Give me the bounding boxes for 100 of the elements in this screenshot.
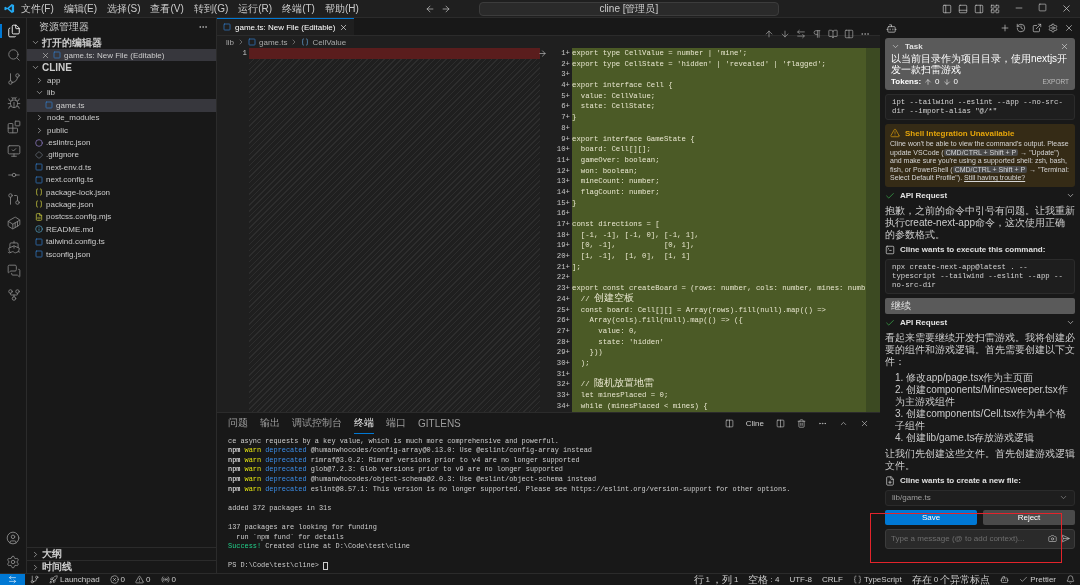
file-path-field[interactable]: lib/game.ts (885, 489, 1075, 506)
menu-item[interactable]: 运行(R) (234, 1, 277, 16)
maximize-icon[interactable] (1038, 3, 1047, 12)
remote-icon (8, 575, 17, 584)
menu-item[interactable]: 文件(F) (17, 1, 58, 16)
braces-icon (35, 200, 43, 209)
editor-tab[interactable]: game.ts: New File (Editable) (217, 18, 355, 35)
copilot-icon[interactable] (1000, 575, 1010, 584)
arrow-down-icon[interactable] (780, 29, 790, 39)
file-tree-item[interactable]: README.md (27, 223, 216, 236)
panel-tab[interactable]: 输出 (260, 413, 280, 435)
status-item[interactable]: 存在0个异常标点 (906, 573, 996, 585)
chat-icon (7, 264, 21, 278)
open-editor-item[interactable]: game.ts: New File (Editable) (27, 49, 216, 62)
file-tree-item[interactable]: package-lock.json (27, 185, 216, 199)
swap-icon[interactable] (796, 29, 806, 39)
section-header[interactable]: 大纲 (27, 547, 216, 560)
check-icon (1019, 575, 1029, 584)
account-icon[interactable] (6, 531, 20, 545)
settings-icon[interactable] (1048, 23, 1058, 33)
status-item[interactable]: 空格: 4 (743, 573, 785, 585)
file-tree-item[interactable]: tailwind.config.ts (27, 235, 216, 248)
file-tree-item[interactable]: public (27, 123, 216, 137)
book-icon[interactable] (828, 29, 838, 39)
back-arrow-icon[interactable] (424, 3, 435, 14)
file-tree-item[interactable]: postcss.config.mjs (27, 210, 216, 224)
breadcrumb-item[interactable]: game.ts (259, 37, 288, 47)
cline-robot-icon[interactable] (886, 22, 897, 34)
arrow-up-icon[interactable] (764, 29, 774, 39)
file-tree-item[interactable]: tsconfig.json (27, 247, 216, 261)
pop-out-icon[interactable] (1032, 23, 1042, 33)
file-tree-item[interactable]: package.json (27, 198, 216, 211)
pilcrow-icon[interactable] (812, 29, 822, 39)
ports-count[interactable]: 0 (155, 573, 181, 585)
menu-item[interactable]: 帮助(H) (320, 1, 363, 16)
file-tree-item[interactable]: .gitignore (27, 148, 216, 162)
panel-right-icon[interactable] (974, 3, 984, 14)
warnings-count[interactable]: 0 (130, 573, 156, 585)
command-center-search[interactable]: cline [管理员] (478, 1, 779, 16)
menu-item[interactable]: 终端(T) (278, 1, 319, 16)
close-icon[interactable] (1064, 23, 1074, 33)
close-icon[interactable] (1060, 42, 1069, 51)
camera-icon[interactable] (1048, 533, 1057, 543)
panel-tab[interactable]: 端口 (386, 413, 406, 435)
errors-count[interactable]: 0 (104, 573, 131, 585)
panel-left-icon[interactable] (942, 3, 952, 14)
terminal-split-icon[interactable] (724, 419, 734, 429)
forward-arrow-icon[interactable] (440, 3, 451, 14)
launchpad-item[interactable]: Launchpad (44, 573, 105, 585)
close-icon (41, 50, 50, 60)
menu-item[interactable]: 编辑(E) (59, 1, 102, 16)
status-item[interactable]: 行 1，列 1 (688, 573, 744, 585)
continue-button[interactable]: 继续 (885, 297, 1075, 314)
menu-item[interactable]: 选择(S) (103, 1, 145, 16)
eslint-file-icon (35, 138, 43, 147)
layout-icon[interactable] (990, 3, 1000, 14)
chevron-down-icon[interactable] (891, 42, 900, 51)
pull-request-icon (7, 192, 21, 206)
section-header[interactable]: CLINE (27, 61, 216, 75)
panel-tab[interactable]: 调试控制台 (292, 413, 342, 435)
status-item[interactable]: UTF-8 (784, 573, 818, 585)
close-icon[interactable] (1061, 3, 1072, 14)
file-tree-item[interactable]: lib (27, 86, 216, 100)
settings-icon[interactable] (6, 555, 20, 569)
extensions-icon (7, 120, 21, 134)
close-icon[interactable] (860, 419, 869, 429)
panel-bottom-icon[interactable] (958, 3, 968, 14)
file-tree-item[interactable]: app (27, 74, 216, 87)
history-icon[interactable] (1016, 23, 1026, 33)
send-icon[interactable] (1061, 533, 1070, 543)
monitor-icon (7, 144, 21, 158)
language-item[interactable]: TypeScript (847, 573, 907, 585)
panel-tab[interactable]: GITLENS (418, 414, 461, 433)
section-header[interactable]: 打开的编辑器 (27, 36, 216, 49)
debug-icon (7, 96, 21, 110)
panel-tab[interactable]: 问题 (228, 413, 248, 435)
file-tree-item[interactable]: node_modules (27, 111, 216, 124)
arrow-up-icon (924, 77, 933, 86)
file-tree-item[interactable]: next-env.d.ts (27, 161, 216, 174)
plus-icon[interactable] (1000, 23, 1010, 33)
file-tree-item[interactable]: game.ts (27, 99, 216, 112)
bell-icon[interactable] (1066, 575, 1075, 584)
search-icon (7, 48, 21, 62)
split-icon[interactable] (844, 29, 854, 39)
file-tree-item[interactable]: next.config.ts (27, 173, 216, 186)
breadcrumb-item[interactable]: lib (226, 37, 234, 47)
panel-tab[interactable]: 终端 (354, 413, 374, 435)
terminal-cursor (323, 561, 329, 570)
remote-button[interactable] (0, 573, 25, 585)
graph-icon[interactable] (30, 575, 39, 584)
status-item[interactable]: CRLF (817, 573, 848, 585)
warning-title: Shell Integration Unavailable (905, 128, 1015, 138)
file-tree-item[interactable]: .eslintrc.json (27, 136, 216, 149)
menu-item[interactable]: 查看(V) (146, 1, 188, 16)
terminal-name[interactable]: Cline (745, 419, 764, 429)
menu-item[interactable]: 转到(G) (189, 1, 233, 16)
breadcrumb-item[interactable]: CellValue (312, 37, 347, 47)
trash-icon[interactable] (797, 419, 806, 429)
split-icon[interactable] (776, 419, 785, 429)
prettier-item[interactable]: Prettier (1014, 573, 1061, 585)
